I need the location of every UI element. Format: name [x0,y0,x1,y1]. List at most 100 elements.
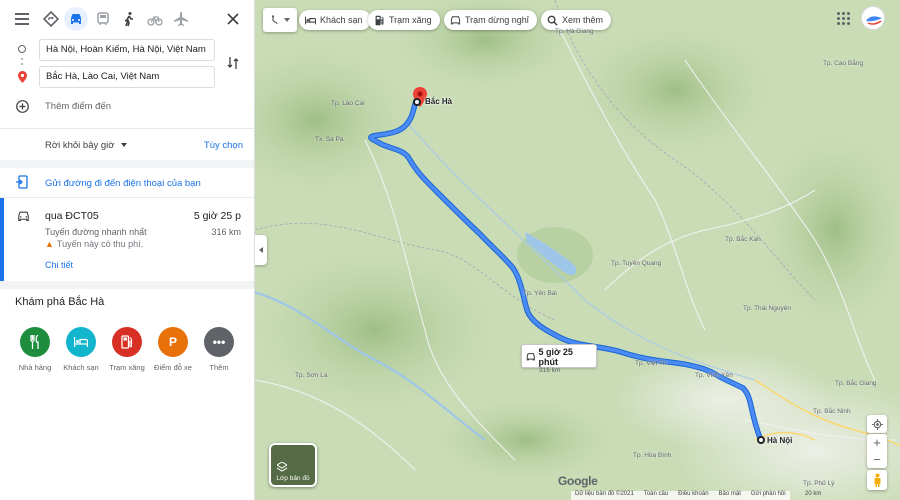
chip-label: Trạm xăng [389,15,432,25]
explore-hotels[interactable]: Khách sạn [56,327,106,372]
origin-input[interactable]: Hà Nội, Hoàn Kiếm, Hà Nội, Việt Nam [39,39,215,61]
explore-gas-stations[interactable]: Trạm xăng [102,327,152,372]
selected-route-indicator [0,198,4,281]
chevron-down-icon [120,143,127,148]
divider [0,128,254,129]
destination-marker[interactable] [757,436,765,444]
place-label: Tp. Bắc Giang [835,380,877,387]
route-details-link[interactable]: Chi tiết [45,260,73,270]
walk-icon[interactable] [117,7,141,31]
bike-icon[interactable] [143,7,167,31]
place-label: Tp. Việt Trì [635,360,667,367]
explore-label: Thêm [209,363,229,372]
map-layers-button[interactable]: Lớp bản đồ [269,443,317,487]
my-location-button[interactable] [867,415,887,433]
place-label: Tp. Sơn La [295,372,328,379]
place-label: Tp. Cao Bằng [823,60,864,67]
swap-icon[interactable] [226,55,240,71]
bubble-distance: 316 km [539,367,561,374]
layers-label: Lớp bản đồ [276,475,310,482]
street-view-pegman[interactable] [867,470,887,490]
chip-hotels[interactable]: Khách sạn [299,10,371,30]
chevron-left-icon [259,247,263,253]
explore-parking[interactable]: P Điểm đỗ xe [148,327,198,372]
section-divider [0,281,254,289]
travel-mode-bar [0,0,254,38]
map-canvas[interactable]: Khách sạn Trạm xăng Trạm dừng nghỉ Xem t… [255,0,900,500]
rest-stop-icon [450,15,461,24]
place-label: Tp. Thái Nguyên [743,305,791,312]
route-icon [271,15,278,25]
transit-icon[interactable] [91,7,115,31]
place-label: Tp. Hà Giang [555,28,594,35]
chip-gas-stations[interactable]: Trạm xăng [368,10,440,30]
map-options-menu[interactable] [263,8,297,32]
send-to-phone-icon[interactable] [15,175,29,189]
gas-station-icon [375,15,384,25]
place-label: Tx. Sa Pa [315,136,344,143]
bubble-time-text: 5 giờ 25 phút [538,347,573,367]
explore-label: Điểm đỗ xe [154,363,192,372]
start-route-marker [413,98,421,106]
map-scale[interactable]: 20 km [805,491,821,497]
destination-label: Hà Nội [767,436,793,445]
destination-input[interactable]: Bắc Hà, Lào Cai, Việt Nam [39,66,215,88]
start-label: Bắc Hà [425,97,453,106]
place-label: Tp. Lào Cai [331,100,365,107]
menu-icon[interactable] [14,11,30,27]
options-link[interactable]: Tùy chọn [204,140,243,151]
apps-grid-icon[interactable] [837,12,851,26]
zoom-in-button[interactable]: + [867,434,887,451]
gas-station-icon [112,327,142,357]
place-label: Tp. Hòa Bình [633,452,672,459]
map-footer: Dữ liệu bản đồ ©2021 Toàn cầu Điều khoản… [571,491,790,500]
flight-icon[interactable] [169,7,193,31]
my-location-icon [871,418,883,430]
google-logo: Google [558,474,598,488]
route-duration: 5 giờ 25 p [193,210,241,222]
more-icon: ••• [204,327,234,357]
send-to-phone-link[interactable]: Gửi đường đi đến điện thoại của bạn [45,178,201,189]
toll-warning: ▲ Tuyến này có thu phí. [45,239,143,249]
chevron-down-icon [283,18,290,22]
place-label: Tp. Vĩnh Yên [695,372,733,379]
account-avatar[interactable] [861,6,885,30]
toll-warning-text: Tuyến này có thu phí. [56,239,144,249]
chip-label: Trạm dừng nghỉ [465,15,529,25]
car-icon [526,353,535,361]
chip-label: Khách sạn [320,15,363,25]
close-icon[interactable] [225,11,241,27]
route-info-bubble[interactable]: 5 giờ 25 phút 316 km [521,344,597,374]
add-destination-label[interactable]: Thêm điểm đến [45,101,111,112]
car-icon[interactable] [64,7,88,31]
collapse-panel-button[interactable] [255,235,267,265]
place-label: Tp. Yên Bái [523,290,557,297]
origin-icon [18,45,26,53]
footer-global[interactable]: Toàn cầu [644,491,668,500]
zoom-controls: + − [867,434,887,468]
explore-more[interactable]: ••• Thêm [194,327,244,372]
route-option-card[interactable]: qua ĐCT05 5 giờ 25 p Tuyến đường nhanh n… [0,198,254,281]
route-subtitle: Tuyến đường nhanh nhất [45,227,147,237]
route-distance: 316 km [211,227,241,237]
hotel-icon [305,16,316,24]
place-label: Tp. Phủ Lý [803,480,835,487]
chip-rest-stops[interactable]: Trạm dừng nghỉ [444,10,537,30]
explore-restaurants[interactable]: Nhà hàng [10,327,60,372]
footer-feedback[interactable]: Gửi phản hồi [751,491,786,500]
directions-panel: Hà Nội, Hoàn Kiếm, Hà Nội, Việt Nam Bắc … [0,0,255,500]
restaurant-icon [20,327,50,357]
add-destination-icon[interactable] [15,99,29,113]
explore-title: Khám phá Bắc Hà [15,296,105,308]
explore-label: Trạm xăng [109,363,145,372]
chip-more[interactable]: Xem thêm [541,10,612,30]
chip-label: Xem thêm [562,15,604,25]
place-label: Tp. Bắc Ninh [813,408,851,415]
best-mode-icon[interactable] [39,7,63,31]
depart-time-dropdown[interactable]: Rời khỏi bây giờ [45,140,127,151]
depart-time-label: Rời khỏi bây giờ [45,140,115,151]
footer-privacy[interactable]: Bảo mật [719,491,741,500]
zoom-out-button[interactable]: − [867,451,887,468]
footer-terms[interactable]: Điều khoản [678,491,708,500]
bubble-time: 5 giờ 25 phút [526,347,592,367]
